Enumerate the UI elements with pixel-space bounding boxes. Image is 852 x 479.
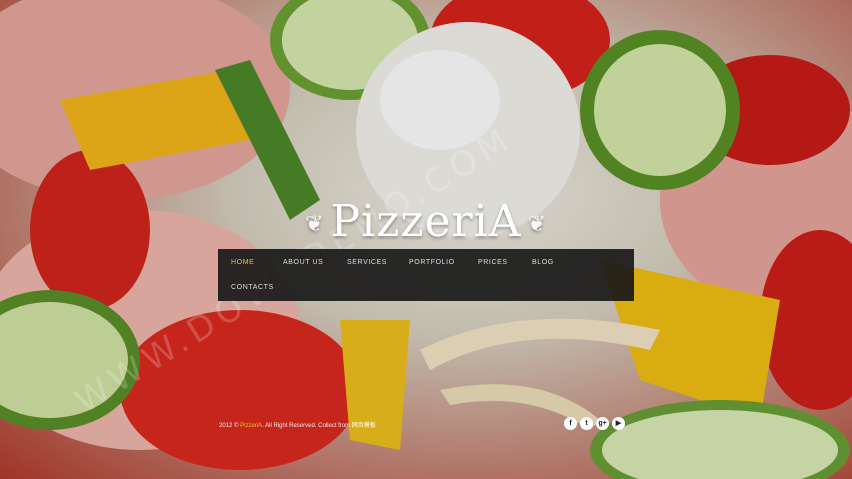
footer-link[interactable]: 网页模板 [352,423,376,429]
youtube-icon[interactable]: ▶ [612,417,625,430]
facebook-icon[interactable]: f [564,417,577,430]
nav-item-about-us[interactable]: ABOUT US [283,259,323,266]
footer-rights: . All Right Reserved. Collect from [262,423,351,429]
nav-item-prices[interactable]: PRICES [478,259,508,266]
social-links: f t g+ ▶ [564,417,625,430]
nav-item-contacts[interactable]: CONTACTS [231,284,274,291]
right-ornament-icon: ❦ [527,212,547,237]
twitter-icon[interactable]: t [580,417,593,430]
nav-item-services[interactable]: SERVICES [347,259,387,266]
nav-item-home[interactable]: HOME [231,259,254,266]
site-logo[interactable]: ❦ PizzeriA ❦ [0,196,852,247]
nav-item-portfolio[interactable]: PORTFOLIO [409,259,455,266]
footer-brand: PizzeriA [240,423,263,429]
logo-text: PizzeriA [330,196,522,247]
google-plus-icon[interactable]: g+ [596,417,609,430]
main-navigation: HOME ABOUT US SERVICES PORTFOLIO PRICES … [218,249,634,301]
left-ornament-icon: ❦ [305,212,325,237]
nav-item-blog[interactable]: BLOG [532,259,554,266]
footer-copyright: 2012 © PizzeriA. All Right Reserved. Col… [219,420,376,429]
footer-year: 2012 © [219,423,239,429]
